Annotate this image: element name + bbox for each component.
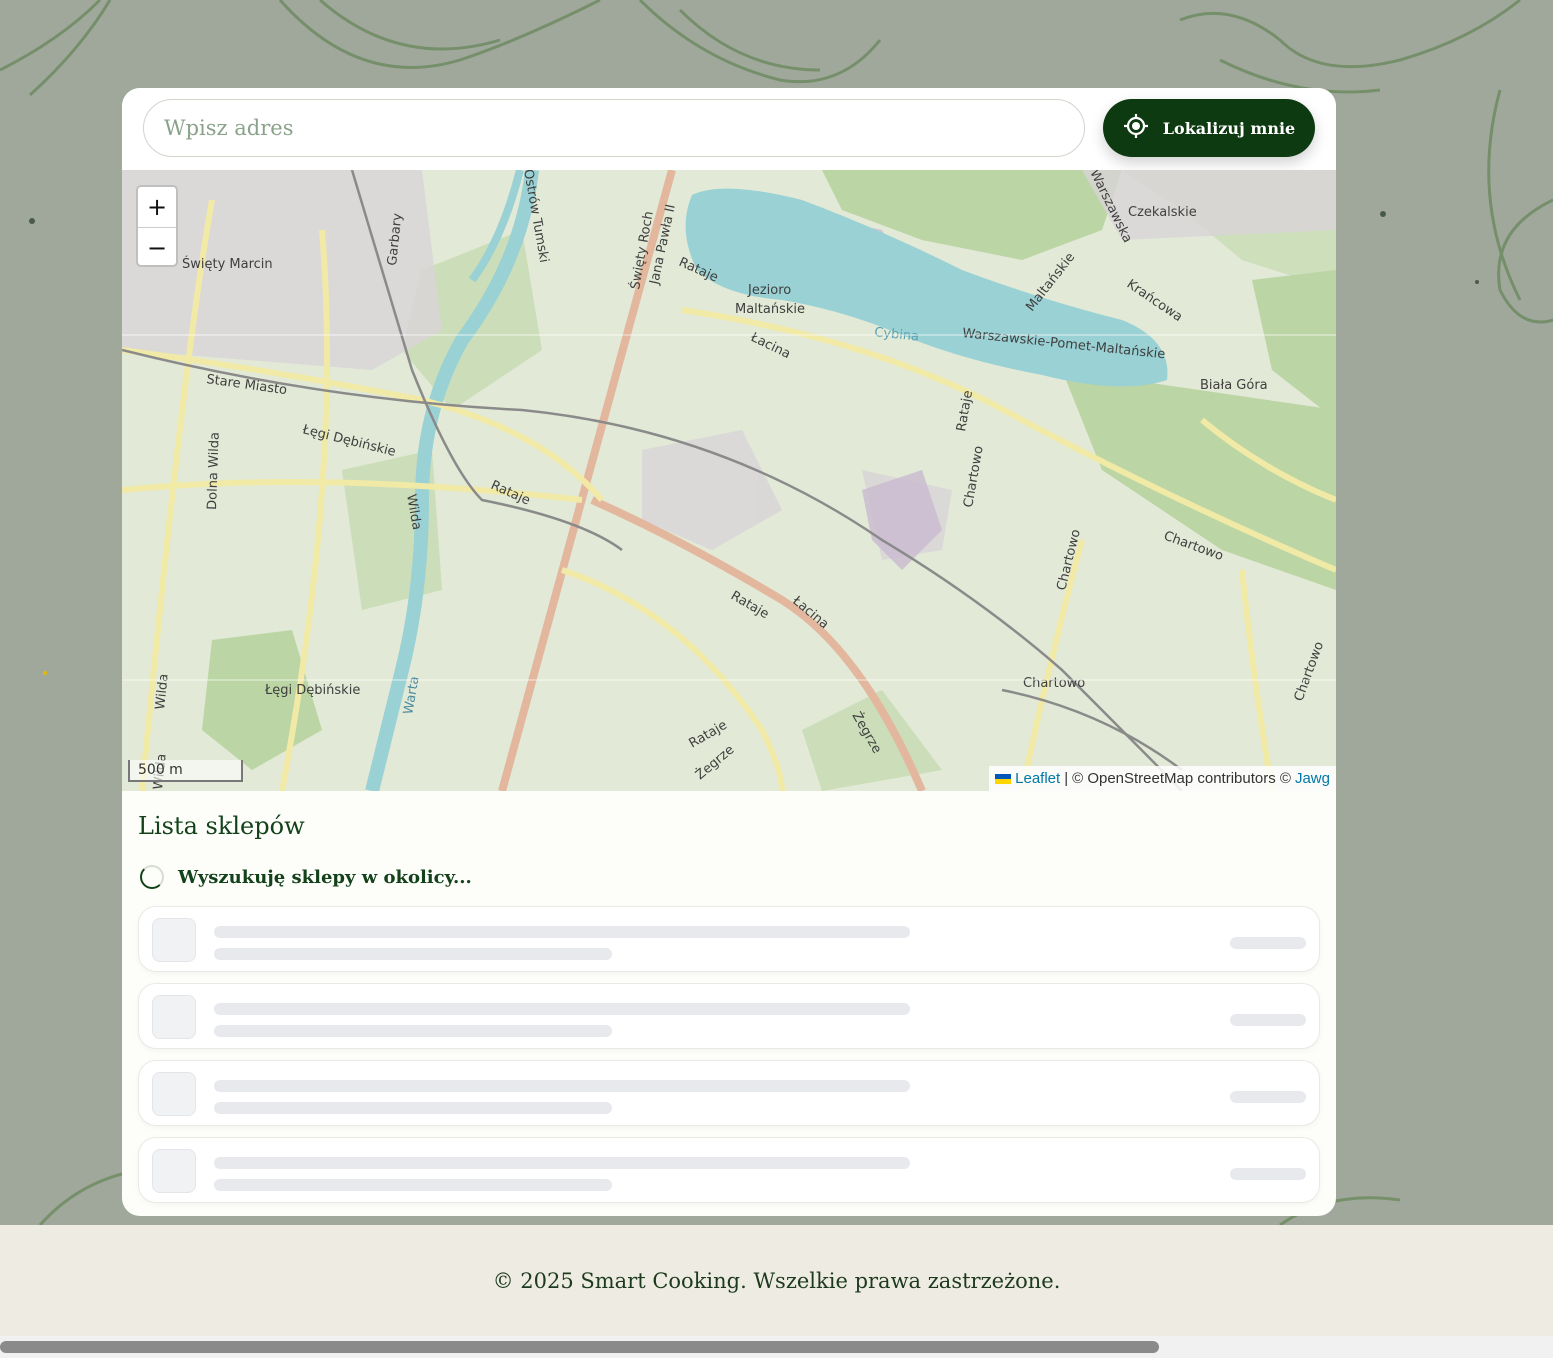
map-label: Maltańskie — [735, 302, 805, 317]
list-item-placeholder — [138, 1060, 1320, 1126]
address-search-input[interactable] — [143, 99, 1085, 157]
osm-attribution: © OpenStreetMap contributors © — [1072, 770, 1291, 787]
map-tiles[interactable]: Święty Marcin Stare Miasto Łęgi Dębiński… — [122, 170, 1336, 791]
thumbnail-placeholder — [152, 995, 196, 1039]
distance-placeholder — [1230, 937, 1306, 949]
map-label: Jezioro — [747, 283, 791, 298]
distance-placeholder — [1230, 1014, 1306, 1026]
distance-placeholder — [1230, 1091, 1306, 1103]
ukraine-flag-icon — [995, 773, 1012, 784]
zoom-control: + − — [136, 185, 178, 267]
thumbnail-placeholder — [152, 1149, 196, 1193]
zoom-in-button[interactable]: + — [138, 187, 176, 228]
search-row: Lokalizuj mnie — [122, 88, 1336, 170]
map-attribution: Leaflet | © OpenStreetMap contributors ©… — [989, 766, 1336, 791]
horizontal-scrollbar[interactable] — [0, 1336, 1553, 1358]
map-label: Święty Marcin — [182, 256, 273, 272]
loading-text: Wyszukuję sklepy w okolicy... — [178, 866, 472, 888]
locate-me-button[interactable]: Lokalizuj mnie — [1103, 99, 1315, 157]
distance-placeholder — [1230, 1168, 1306, 1180]
thumbnail-placeholder — [152, 918, 196, 962]
zoom-out-button[interactable]: − — [138, 228, 176, 265]
text-placeholder — [214, 1025, 612, 1037]
text-placeholder — [214, 1157, 910, 1169]
attribution-separator: | — [1064, 770, 1069, 787]
jawg-link[interactable]: Jawg — [1295, 770, 1330, 787]
footer: © 2025 Smart Cooking. Wszelkie prawa zas… — [0, 1225, 1553, 1336]
text-placeholder — [214, 1179, 612, 1191]
store-list — [138, 906, 1320, 1214]
leaflet-link[interactable]: Leaflet — [1015, 770, 1060, 787]
text-placeholder — [214, 1003, 910, 1015]
map-scale: 500 m — [128, 760, 243, 782]
map[interactable]: Święty Marcin Stare Miasto Łęgi Dębiński… — [122, 170, 1336, 791]
list-item-placeholder — [138, 906, 1320, 972]
map-label: Łęgi Dębińskie — [264, 683, 360, 698]
scrollbar-thumb[interactable] — [0, 1341, 1159, 1353]
thumbnail-placeholder — [152, 1072, 196, 1116]
copyright-text: © 2025 Smart Cooking. Wszelkie prawa zas… — [492, 1268, 1061, 1293]
crosshair-icon — [1123, 113, 1149, 143]
locate-me-label: Lokalizuj mnie — [1162, 118, 1296, 138]
map-label: Biała Góra — [1200, 378, 1268, 393]
store-list-title: Lista sklepów — [138, 812, 305, 840]
list-item-placeholder — [138, 1137, 1320, 1203]
text-placeholder — [214, 1080, 910, 1092]
list-item-placeholder — [138, 983, 1320, 1049]
map-label: Czekalskie — [1128, 205, 1197, 220]
loading-indicator: Wyszukuję sklepy w okolicy... — [140, 865, 472, 889]
map-label: Dolna Wilda — [205, 432, 223, 510]
spinner-icon — [140, 865, 164, 889]
text-placeholder — [214, 1102, 612, 1114]
text-placeholder — [214, 948, 612, 960]
text-placeholder — [214, 926, 910, 938]
map-label: Chartowo — [1023, 676, 1085, 691]
store-finder-panel: Lokalizuj mnie — [122, 88, 1336, 1216]
